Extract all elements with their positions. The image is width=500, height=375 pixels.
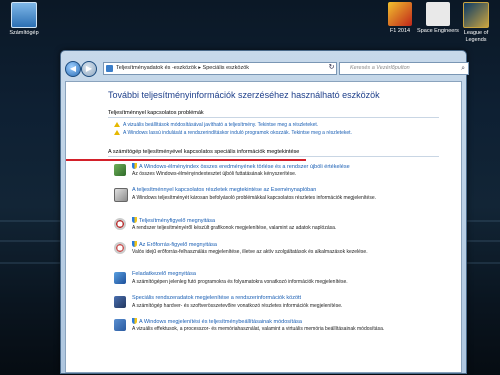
visual-effects-icon <box>114 319 126 331</box>
uac-shield-icon <box>132 241 137 247</box>
tool-link-label: Feladatkezelő megnyitása <box>132 271 196 277</box>
tool-link-label: Speciális rendszeradatok megjelenítése a… <box>132 295 302 301</box>
divider <box>108 156 439 157</box>
computer-icon <box>11 2 37 28</box>
divider <box>108 117 439 118</box>
performance-monitor-icon <box>114 218 126 230</box>
tool-description: A vizuális effektusok, a processzor- és … <box>132 326 385 332</box>
tool-item: A teljesítménnyel kapcsolatos részletek … <box>114 187 439 213</box>
problem-link[interactable]: A Windows lassú indulását a rendszerindí… <box>114 130 352 136</box>
highlight-underline <box>66 159 306 161</box>
desktop-icon-lol[interactable]: League of Legends <box>454 2 498 44</box>
problem-text: A Windows lassú indulását a rendszerindí… <box>123 130 352 136</box>
system-info-icon <box>114 296 126 308</box>
league-of-legends-icon <box>463 2 489 28</box>
warning-icon <box>114 130 120 135</box>
task-manager-icon <box>114 272 126 284</box>
uac-shield-icon <box>132 318 137 324</box>
tool-description: Valós idejű erőforrás-felhasználás megje… <box>132 249 368 255</box>
problem-link[interactable]: A vizuális beállítások módosításával jav… <box>114 122 318 128</box>
breadcrumb-item[interactable]: Teljesítményadatok és -eszközök <box>116 65 197 71</box>
desktop-icon-label: Space Engineers <box>417 28 459 34</box>
tool-item: Feladatkezelő megnyitása A számítógépen … <box>114 271 439 297</box>
desktop-icon-label: F1 2014 <box>389 28 411 34</box>
refresh-icon[interactable]: ↻ <box>327 62 336 73</box>
tool-link-system-info[interactable]: Speciális rendszeradatok megjelenítése a… <box>132 295 301 301</box>
tool-link-task-manager[interactable]: Feladatkezelő megnyitása <box>132 271 196 277</box>
space-engineers-icon <box>426 2 450 26</box>
search-icon[interactable]: ⌕ <box>461 63 465 74</box>
tool-description: A számítógép hardver- és szoftverösszete… <box>132 303 343 309</box>
forward-arrow-icon: ▶ <box>85 64 93 73</box>
content-pane: További teljesítményinformációk szerzésé… <box>65 81 462 373</box>
tool-description: A Windows teljesítményét károsan befolyá… <box>132 195 377 201</box>
desktop-icon-computer[interactable]: Számítógép <box>2 2 46 37</box>
experience-index-icon <box>114 164 126 176</box>
warning-icon <box>114 122 120 127</box>
breadcrumb-item[interactable]: Speciális eszközök <box>203 65 249 71</box>
address-bar[interactable]: Teljesítményadatok és -eszközök ▸ Speciá… <box>103 62 337 75</box>
uac-shield-icon <box>132 163 137 169</box>
tool-link-resource-monitor[interactable]: Az Erőforrás-figyelő megnyitása <box>132 241 217 248</box>
tool-link-label: Az Erőforrás-figyelő megnyitása <box>139 242 217 248</box>
tool-description: Az összes Windows-élményindextesztet újb… <box>132 171 297 177</box>
toolbar: ◀ ▶ Teljesítményadatok és -eszközök ▸ Sp… <box>65 61 469 77</box>
uac-shield-icon <box>132 217 137 223</box>
tool-link-event-log[interactable]: A teljesítménnyel kapcsolatos részletek … <box>132 187 316 193</box>
tool-description: A rendszer teljesítményéről készült graf… <box>132 225 337 231</box>
tool-item: A Windows-élményindex összes eredményéne… <box>114 163 439 189</box>
tool-link-rerun-assessment[interactable]: A Windows-élményindex összes eredményéne… <box>132 163 350 170</box>
f1-game-icon <box>388 2 412 26</box>
tool-link-label: Teljesítményfigyelő megnyitása <box>139 218 216 224</box>
tool-link-label: A Windows megjelenítési és teljesítményb… <box>139 319 302 325</box>
back-button[interactable]: ◀ <box>65 61 81 77</box>
event-log-icon <box>114 188 128 202</box>
page-title: További teljesítményinformációk szerzésé… <box>108 90 380 100</box>
search-input[interactable]: Keresés a Vezérlőpulton ⌕ <box>339 62 469 75</box>
desktop-icon-label: League of Legends <box>463 30 489 43</box>
tools-heading: A számítógép teljesítményével kapcsolato… <box>108 149 300 155</box>
control-panel-window: ◀ ▶ Teljesítményadatok és -eszközök ▸ Sp… <box>60 50 469 374</box>
problems-heading: Teljesítménnyel kapcsolatos problémák <box>108 110 204 116</box>
forward-button[interactable]: ▶ <box>81 61 97 77</box>
back-arrow-icon: ◀ <box>69 64 77 73</box>
tool-link-performance-monitor[interactable]: Teljesítményfigyelő megnyitása <box>132 217 215 224</box>
desktop-icon-label: Számítógép <box>9 30 39 36</box>
problem-text: A vizuális beállítások módosításával jav… <box>123 122 319 128</box>
tool-description: A számítógépen jelenleg futó programokra… <box>132 279 348 285</box>
tool-link-visual-effects[interactable]: A Windows megjelenítési és teljesítményb… <box>132 318 302 325</box>
resource-monitor-icon <box>114 242 126 254</box>
tool-item: A Windows megjelenítési és teljesítményb… <box>114 318 439 344</box>
control-panel-icon <box>106 65 113 72</box>
tool-item: Teljesítményfigyelő megnyitása A rendsze… <box>114 217 439 243</box>
search-placeholder: Keresés a Vezérlőpulton <box>350 65 410 71</box>
tool-link-label: A teljesítménnyel kapcsolatos részletek … <box>132 187 317 193</box>
tool-item: Az Erőforrás-figyelő megnyitása Valós id… <box>114 241 439 267</box>
tool-link-label: A Windows-élményindex összes eredményéne… <box>139 164 350 170</box>
